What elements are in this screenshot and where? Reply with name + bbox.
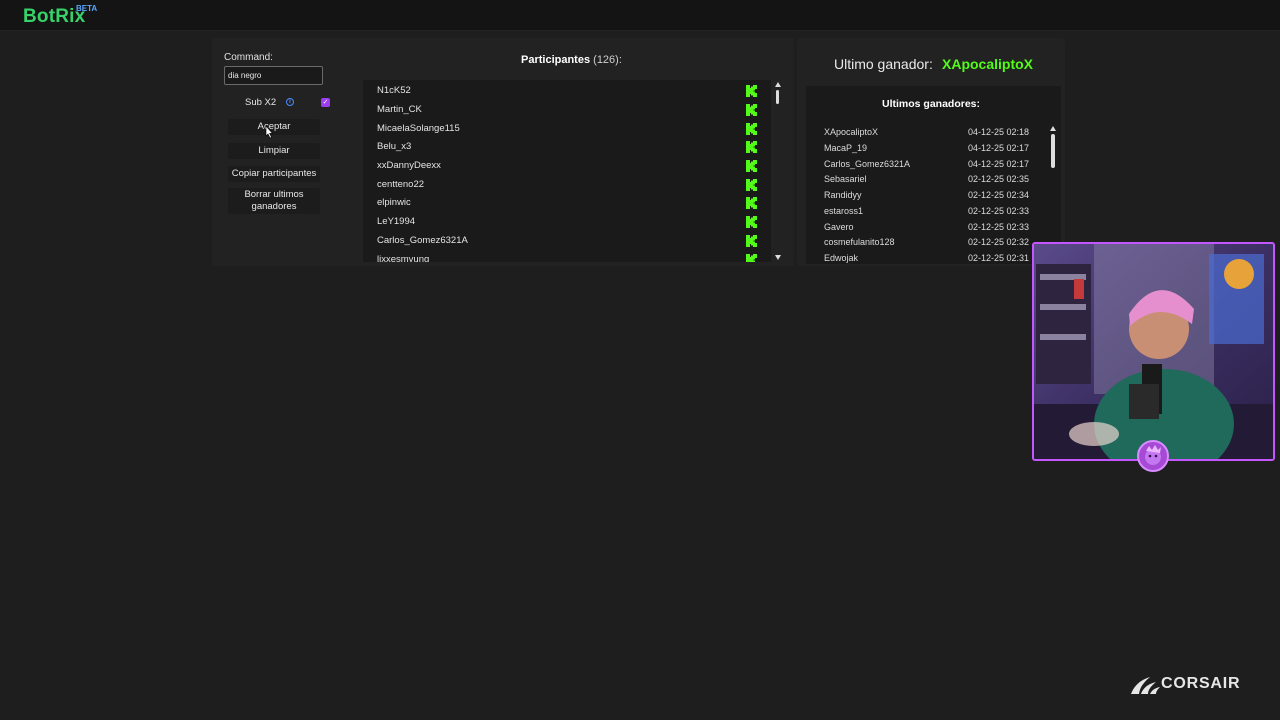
winner-name: MacaP_19 bbox=[824, 143, 868, 153]
winner-date: 04-12-25 02:18 bbox=[968, 127, 1030, 137]
kick-icon bbox=[746, 235, 757, 247]
streamer-webcam-image bbox=[1034, 244, 1273, 459]
beta-badge: BETA bbox=[76, 4, 98, 13]
accept-button[interactable]: Aceptar bbox=[228, 119, 320, 135]
list-item[interactable]: Martin_CK bbox=[377, 104, 422, 115]
participants-count: (126): bbox=[593, 54, 622, 66]
scroll-up-arrow-icon[interactable] bbox=[775, 82, 781, 87]
kick-icon bbox=[746, 85, 757, 97]
command-label: Command: bbox=[224, 52, 273, 63]
kick-icon bbox=[746, 216, 757, 228]
kick-icon bbox=[746, 141, 757, 153]
kick-icon bbox=[746, 160, 757, 172]
delete-winners-button[interactable]: Borrar ultimos ganadores bbox=[228, 188, 320, 214]
copy-participants-button[interactable]: Copiar participantes bbox=[228, 166, 320, 182]
winner-date: 04-12-25 02:17 bbox=[968, 159, 1030, 169]
winner-date: 02-12-25 02:33 bbox=[968, 222, 1030, 232]
participants-heading: Participantes (126): bbox=[521, 54, 622, 66]
participants-title: Participantes bbox=[521, 54, 591, 66]
list-item[interactable]: MicaelaSolange115 bbox=[377, 123, 460, 134]
command-input[interactable] bbox=[224, 66, 323, 85]
winner-name: XApocaliptoX bbox=[824, 127, 879, 137]
clear-button[interactable]: Limpiar bbox=[228, 143, 320, 159]
list-item[interactable]: centteno22 bbox=[377, 179, 424, 190]
winner-name: Randidyy bbox=[824, 190, 862, 200]
winners-scroll-up-icon[interactable] bbox=[1050, 126, 1056, 131]
list-item[interactable]: Belu_x3 bbox=[377, 141, 411, 152]
winner-date: 02-12-25 02:31 bbox=[968, 253, 1030, 263]
participants-scrollbar[interactable] bbox=[776, 90, 779, 104]
scroll-down-arrow-icon[interactable] bbox=[775, 255, 781, 260]
corsair-wordmark: CORSAIR bbox=[1161, 675, 1241, 692]
list-item[interactable]: Carlos_Gomez6321A bbox=[377, 235, 468, 246]
list-item[interactable]: LeY1994 bbox=[377, 216, 415, 227]
winner-name: estaross1 bbox=[824, 206, 864, 216]
list-item[interactable]: elpinwic bbox=[377, 197, 411, 208]
winner-name: Carlos_Gomez6321A bbox=[824, 159, 911, 169]
winner-date: 02-12-25 02:34 bbox=[968, 190, 1030, 200]
list-item[interactable]: xxDannyDeexx bbox=[377, 160, 441, 171]
kick-icon bbox=[746, 179, 757, 191]
kick-icon bbox=[746, 254, 757, 262]
winner-date: 02-12-25 02:35 bbox=[968, 174, 1030, 184]
winner-name: Gavero bbox=[824, 222, 854, 232]
winner-date: 04-12-25 02:17 bbox=[968, 143, 1030, 153]
last-winner-label: Ultimo ganador: bbox=[834, 56, 933, 72]
winner-name: Sebasariel bbox=[824, 174, 867, 184]
winners-scrollbar[interactable] bbox=[1051, 134, 1055, 168]
list-item[interactable]: lixxesmyung bbox=[377, 254, 429, 262]
kick-icon bbox=[746, 123, 757, 135]
info-icon[interactable]: i bbox=[286, 98, 294, 106]
streamer-emblem-icon bbox=[1137, 440, 1169, 472]
participants-list[interactable]: N1cK52 Martin_CK MicaelaSolange115 Belu_… bbox=[363, 80, 771, 262]
kick-icon bbox=[746, 104, 757, 116]
sub-x2-checkbox[interactable]: ✓ bbox=[321, 98, 330, 107]
kick-icon bbox=[746, 197, 757, 209]
winner-date: 02-12-25 02:32 bbox=[968, 237, 1030, 247]
winner-name: cosmefulanito128 bbox=[824, 237, 895, 247]
list-item[interactable]: N1cK52 bbox=[377, 85, 411, 96]
winner-name: Edwojak bbox=[824, 253, 859, 263]
mouse-cursor-icon bbox=[265, 125, 274, 139]
top-bar: BotRix BETA bbox=[0, 0, 1280, 31]
last-winner-name: XApocaliptoX bbox=[942, 56, 1034, 72]
webcam-overlay bbox=[1032, 242, 1275, 461]
winners-title: Ultimos ganadores: bbox=[882, 98, 981, 110]
sub-x2-label: Sub X2 bbox=[245, 97, 277, 108]
winner-date: 02-12-25 02:33 bbox=[968, 206, 1030, 216]
